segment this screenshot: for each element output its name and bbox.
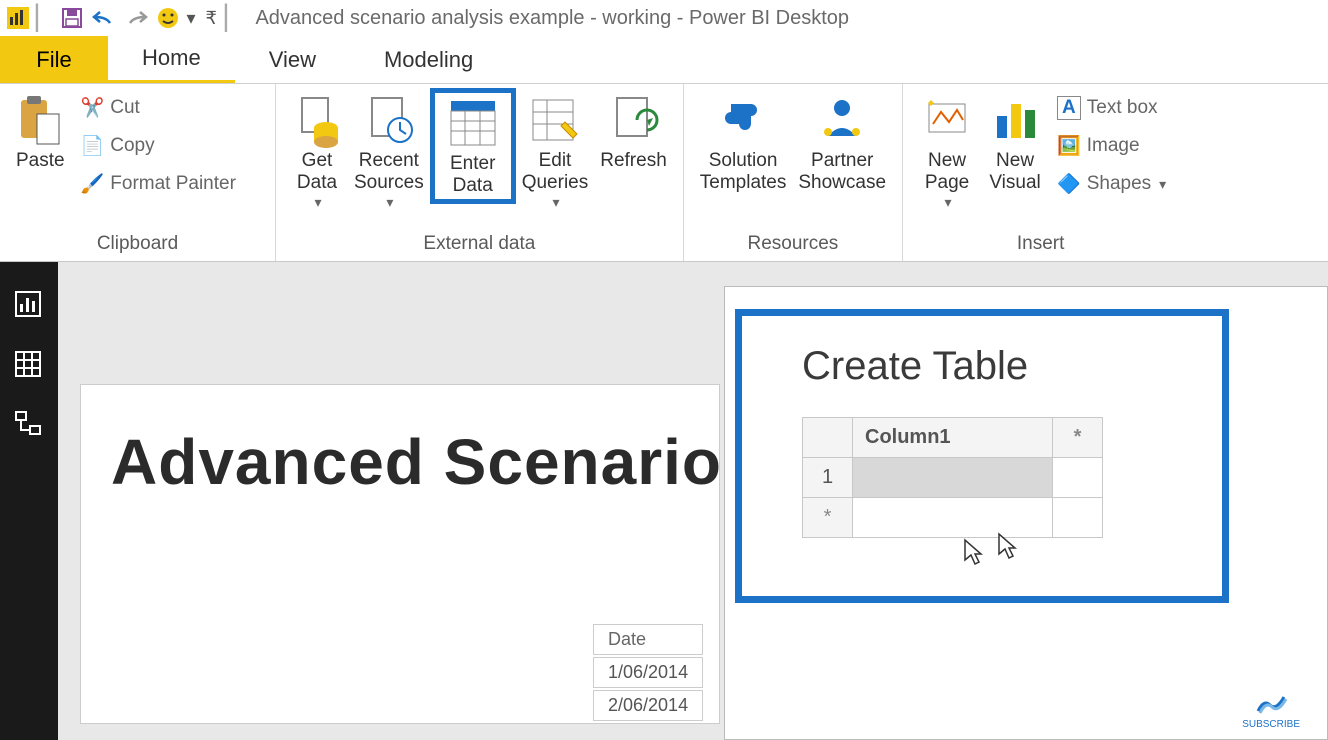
cut-button[interactable]: ✂️Cut [79,92,238,124]
image-button[interactable]: 🖼️Image [1055,130,1168,162]
report-view-icon[interactable] [14,290,44,320]
format-painter-button[interactable]: 🖌️Format Painter [79,168,238,200]
copy-button[interactable]: 📄Copy [79,130,238,162]
shapes-icon: 🔷 [1057,172,1081,196]
tab-modeling[interactable]: Modeling [350,36,507,83]
quick-access-toolbar: ▏ ▾ ₹ ▏ [4,4,247,33]
tab-view[interactable]: View [235,36,350,83]
new-page-button[interactable]: New Page▾ [913,88,981,215]
cell[interactable] [1053,458,1103,498]
dialog-highlight: Create Table Column1 * 1 * [735,309,1229,603]
menu-bar: File Home View Modeling [0,36,1328,84]
recent-sources-button[interactable]: Recent Sources▾ [348,88,430,215]
view-switcher [0,262,58,740]
paste-button[interactable]: Paste [10,88,71,176]
cell[interactable] [853,498,1053,538]
scissors-icon: ✂️ [81,96,105,120]
image-icon: 🖼️ [1057,134,1081,158]
title-bar: ▏ ▾ ₹ ▏ Advanced scenario analysis examp… [0,0,1328,36]
row-number: 1 [803,458,853,498]
smiley-icon[interactable] [154,4,182,32]
tab-home[interactable]: Home [108,36,235,83]
app-icon [4,4,32,32]
data-cell[interactable] [853,458,1053,498]
create-table-grid[interactable]: Column1 * 1 * [802,417,1103,538]
corner-cell [803,418,853,458]
textbox-icon: A [1057,96,1081,120]
subscribe-watermark: SUBSCRIBE [1242,691,1300,730]
text-box-button[interactable]: AText box [1055,92,1168,124]
page-title: Advanced Scenario [111,425,699,499]
group-clipboard: Paste ✂️Cut 📄Copy 🖌️Format Painter Clipb… [0,84,276,261]
edit-queries-button[interactable]: Edit Queries▾ [516,88,595,215]
date-table-visual[interactable]: Date 1/06/2014 2/06/2014 [591,622,705,723]
redo-icon[interactable] [122,4,150,32]
brush-icon: 🖌️ [81,172,105,196]
shapes-button[interactable]: 🔷Shapes▾ [1055,168,1168,200]
create-table-dialog: Create Table Column1 * 1 * [724,286,1328,740]
dialog-title: Create Table [802,344,1182,389]
dropdown-icon[interactable]: ▾ [186,8,195,29]
partner-showcase-button[interactable]: Partner Showcase [792,88,892,198]
window-title: Advanced scenario analysis example - wor… [255,7,849,30]
divider-icon: ▏ [36,4,54,33]
table-row: 2/06/2014 [593,690,703,721]
refresh-button[interactable]: Refresh [594,88,673,176]
column-header[interactable]: Column1 [853,418,1053,458]
data-view-icon[interactable] [14,350,44,380]
ribbon: Paste ✂️Cut 📄Copy 🖌️Format Painter Clipb… [0,84,1328,262]
work-area: Advanced Scenario Date 1/06/2014 2/06/20… [0,262,1328,740]
group-external-data: Get Data▾ Recent Sources▾ Enter Data Edi… [276,84,684,261]
add-row-cell[interactable]: * [803,498,853,538]
report-canvas[interactable]: Advanced Scenario Date 1/06/2014 2/06/20… [80,384,720,724]
table-row: 1/06/2014 [593,657,703,688]
group-insert: New Page▾ New Visual AText box 🖼️Image 🔷… [903,84,1178,261]
customize-icon[interactable]: ₹ [206,8,217,29]
model-view-icon[interactable] [14,410,44,440]
get-data-button[interactable]: Get Data▾ [286,88,348,215]
cursor-icon [996,532,1018,560]
divider-icon: ▏ [225,4,243,33]
cursor-icon [962,538,984,566]
group-resources: Solution Templates Partner Showcase Reso… [684,84,903,261]
copy-icon: 📄 [81,134,105,158]
tab-file[interactable]: File [0,36,108,83]
undo-icon[interactable] [90,4,118,32]
new-visual-button[interactable]: New Visual [981,88,1049,198]
enter-data-button[interactable]: Enter Data [430,88,516,204]
add-column-cell[interactable]: * [1053,418,1103,458]
cell[interactable] [1053,498,1103,538]
save-icon[interactable] [58,4,86,32]
solution-templates-button[interactable]: Solution Templates [694,88,793,198]
